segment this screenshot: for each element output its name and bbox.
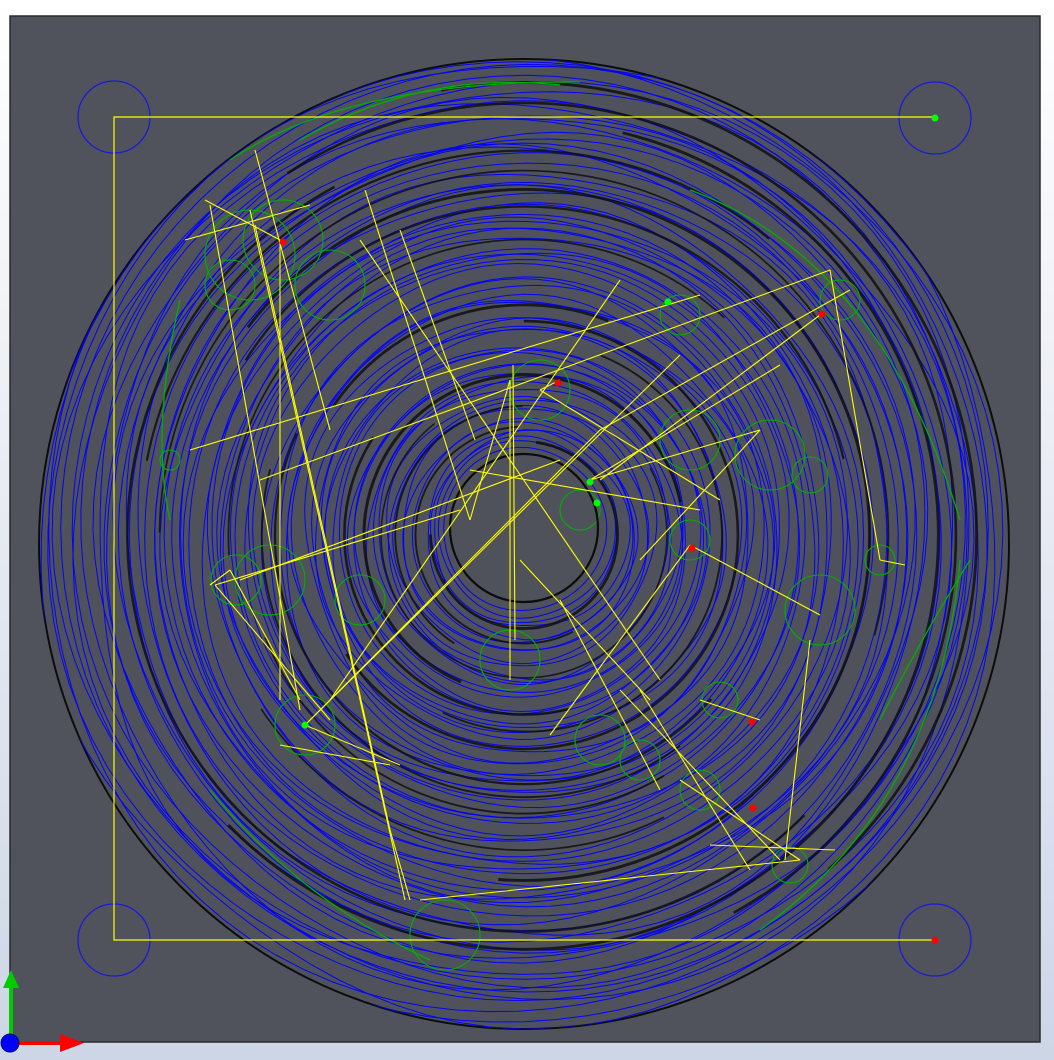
graphics-viewport[interactable] bbox=[0, 0, 1054, 1060]
start-point-marker bbox=[586, 478, 594, 486]
z-axis-icon bbox=[0, 1033, 20, 1053]
start-point-marker bbox=[931, 114, 939, 122]
reference-triad[interactable] bbox=[0, 968, 90, 1058]
end-point-marker bbox=[818, 310, 826, 318]
start-point-marker bbox=[593, 499, 601, 507]
end-point-marker bbox=[554, 379, 562, 387]
x-axis-arrowhead-icon bbox=[60, 1034, 84, 1052]
start-point-marker bbox=[664, 298, 672, 306]
end-point-marker bbox=[748, 718, 756, 726]
end-point-marker bbox=[931, 936, 939, 944]
end-point-marker bbox=[279, 238, 287, 246]
end-point-marker bbox=[749, 804, 757, 812]
y-axis-arrowhead-icon bbox=[3, 970, 19, 988]
start-point-marker bbox=[301, 721, 309, 729]
end-point-marker bbox=[688, 544, 696, 552]
